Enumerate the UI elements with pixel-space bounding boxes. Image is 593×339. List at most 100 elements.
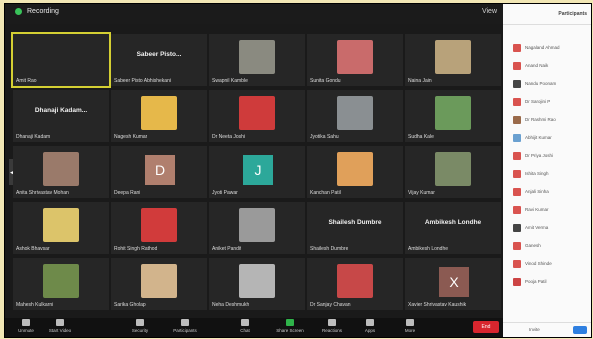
- participant-video: [239, 208, 275, 242]
- participant-video: [435, 152, 471, 186]
- video-tile[interactable]: Sabeer Pisto... Sabeer Pisto Abhishekani: [111, 34, 207, 86]
- video-tile[interactable]: Naina Jain: [405, 34, 501, 86]
- participant-avatar-icon: [513, 44, 521, 52]
- video-tile[interactable]: Ashok Bhavsar: [13, 202, 109, 254]
- participant-video: [141, 208, 177, 242]
- participant-avatar-icon: [513, 188, 521, 196]
- toolbar-button[interactable]: Participants: [170, 319, 200, 333]
- participant-list-item[interactable]: Amit Verma: [513, 222, 589, 234]
- participant-list-item[interactable]: Abhijit Kumar: [513, 132, 589, 144]
- participant-list-item[interactable]: Ishita Singh: [513, 168, 589, 180]
- video-tile[interactable]: Shailesh Dumbre Shailesh Dumbre: [307, 202, 403, 254]
- recording-status[interactable]: Recording: [15, 8, 59, 15]
- video-tile[interactable]: Dr Sanjay Chavan: [307, 258, 403, 310]
- participant-list-item[interactable]: Pooja Patil: [513, 276, 589, 288]
- video-tile[interactable]: Aniket Pandit: [209, 202, 305, 254]
- participant-avatar: J: [243, 155, 273, 185]
- participant-video: [239, 264, 275, 298]
- meeting-window: Recording View ◀ ▶ Amit RaoSabeer Pisto.…: [4, 3, 592, 338]
- participant-name: Kanchan Patil: [310, 190, 341, 196]
- participant-name: Aniket Pandit: [212, 246, 242, 252]
- view-button[interactable]: View: [482, 8, 497, 15]
- participant-avatar-icon: [513, 98, 521, 106]
- participant-list-item[interactable]: Ravi Kumar: [513, 204, 589, 216]
- participant-list-name: Pooja Patil: [525, 279, 547, 284]
- participant-list-item[interactable]: Dr Priya Joshi: [513, 150, 589, 162]
- participant-avatar-icon: [513, 62, 521, 70]
- video-tile[interactable]: D Deepa Rani: [111, 146, 207, 198]
- participant-list-item[interactable]: Dr Sarojini P: [513, 96, 589, 108]
- participants-footer: Invite: [503, 322, 591, 337]
- top-bar: Recording View: [5, 4, 503, 24]
- participant-list-item[interactable]: Anjali Sinha: [513, 186, 589, 198]
- video-tile[interactable]: Sudha Kale: [405, 90, 501, 142]
- video-tile[interactable]: Dhanaji Kadam... Dhanaji Kadam: [13, 90, 109, 142]
- video-tile[interactable]: Nagesh Kumar: [111, 90, 207, 142]
- end-meeting-button[interactable]: End: [473, 321, 499, 333]
- participant-list-item[interactable]: Nagaland Ahmad: [513, 42, 589, 54]
- participant-list-item[interactable]: Nandu Poonam: [513, 78, 589, 90]
- participant-list-name: Anjali Sinha: [525, 189, 549, 194]
- video-tile[interactable]: J Jyoti Pawar: [209, 146, 305, 198]
- toolbar-button[interactable]: Chat: [230, 319, 260, 333]
- participant-name: Sabeer Pisto Abhishekani: [114, 78, 171, 84]
- participant-list-name: Abhijit Kumar: [525, 135, 552, 140]
- participant-name: Sarika Gholap: [114, 302, 146, 308]
- participant-display-name: Ambikesh Londhe: [424, 219, 482, 226]
- video-tile[interactable]: Vijay Kumar: [405, 146, 501, 198]
- participant-avatar-icon: [513, 260, 521, 268]
- participant-name: Jyotika Sahu: [310, 134, 339, 140]
- video-tile[interactable]: Kanchan Patil: [307, 146, 403, 198]
- participant-video: [337, 40, 373, 74]
- participant-name: Dr Neeta Joshi: [212, 134, 246, 140]
- video-tile[interactable]: Jyotika Sahu: [307, 90, 403, 142]
- video-tile[interactable]: Sarika Gholap: [111, 258, 207, 310]
- participant-name: Neha Deshmukh: [212, 302, 250, 308]
- participants-panel: Participants Nagaland Ahmad Anand Naik Nan…: [503, 4, 591, 337]
- video-tile[interactable]: Rohit Singh Rathod: [111, 202, 207, 254]
- toolbar-button[interactable]: Reactions: [317, 319, 347, 333]
- participant-list-item[interactable]: Ganesh: [513, 240, 589, 252]
- participant-video: [435, 96, 471, 130]
- video-tile[interactable]: Swapnil Kamble: [209, 34, 305, 86]
- toolbar-button[interactable]: Security: [125, 319, 155, 333]
- video-tile[interactable]: Ambikesh Londhe Ambikesh Londhe: [405, 202, 501, 254]
- video-tile[interactable]: Sunita Gondu: [307, 34, 403, 86]
- participant-name: Sudha Kale: [408, 134, 434, 140]
- video-tile[interactable]: Anita Shrivastav Mohan: [13, 146, 109, 198]
- toolbar-button[interactable]: More: [395, 319, 425, 333]
- participant-list-name: Anand Naik: [525, 63, 549, 68]
- participant-display-name: Sabeer Pisto...: [136, 51, 182, 58]
- toolbar-button[interactable]: Apps: [355, 319, 385, 333]
- participant-video: [337, 264, 373, 298]
- participant-name: Xavier Shrivastav Kaushik: [408, 302, 467, 308]
- toolbar-button[interactable]: Unmute: [11, 319, 41, 333]
- participant-list-item[interactable]: Anand Naik: [513, 60, 589, 72]
- video-grid: Amit Rao Sabeer Pisto... Sabeer Pisto Abhi…: [11, 32, 501, 316]
- video-tile[interactable]: Neha Deshmukh: [209, 258, 305, 310]
- recording-label: Recording: [27, 8, 59, 15]
- participant-video: [239, 40, 275, 74]
- meeting-toolbar: End Unmute Start Video Security Participant…: [5, 318, 503, 337]
- participant-list-name: Amit Verma: [525, 225, 549, 230]
- participant-avatar-icon: [513, 80, 521, 88]
- participants-header: Participants: [503, 4, 591, 25]
- toolbar-icon: [406, 319, 414, 326]
- video-tile[interactable]: Amit Rao: [11, 32, 111, 88]
- video-tile[interactable]: Mahesh Kulkarni: [13, 258, 109, 310]
- participant-list-name: Nandu Poonam: [525, 81, 557, 86]
- participant-avatar-icon: [513, 170, 521, 178]
- toolbar-button[interactable]: Share Screen: [275, 319, 305, 333]
- toolbar-label: Participants: [173, 328, 197, 333]
- video-tile[interactable]: Dr Neeta Joshi: [209, 90, 305, 142]
- participant-avatar-icon: [513, 224, 521, 232]
- participant-list-item[interactable]: Dr Rashmi Rao: [513, 114, 589, 126]
- video-tile[interactable]: X Xavier Shrivastav Kaushik: [405, 258, 501, 310]
- invite-label: Invite: [529, 327, 540, 332]
- participant-name: Jyoti Pawar: [212, 190, 238, 196]
- participant-list-item[interactable]: Vinod Shinde: [513, 258, 589, 270]
- toolbar-icon: [241, 319, 249, 326]
- participant-name: Sunita Gondu: [310, 78, 341, 84]
- toolbar-button[interactable]: Start Video: [45, 319, 75, 333]
- invite-button[interactable]: [573, 326, 587, 334]
